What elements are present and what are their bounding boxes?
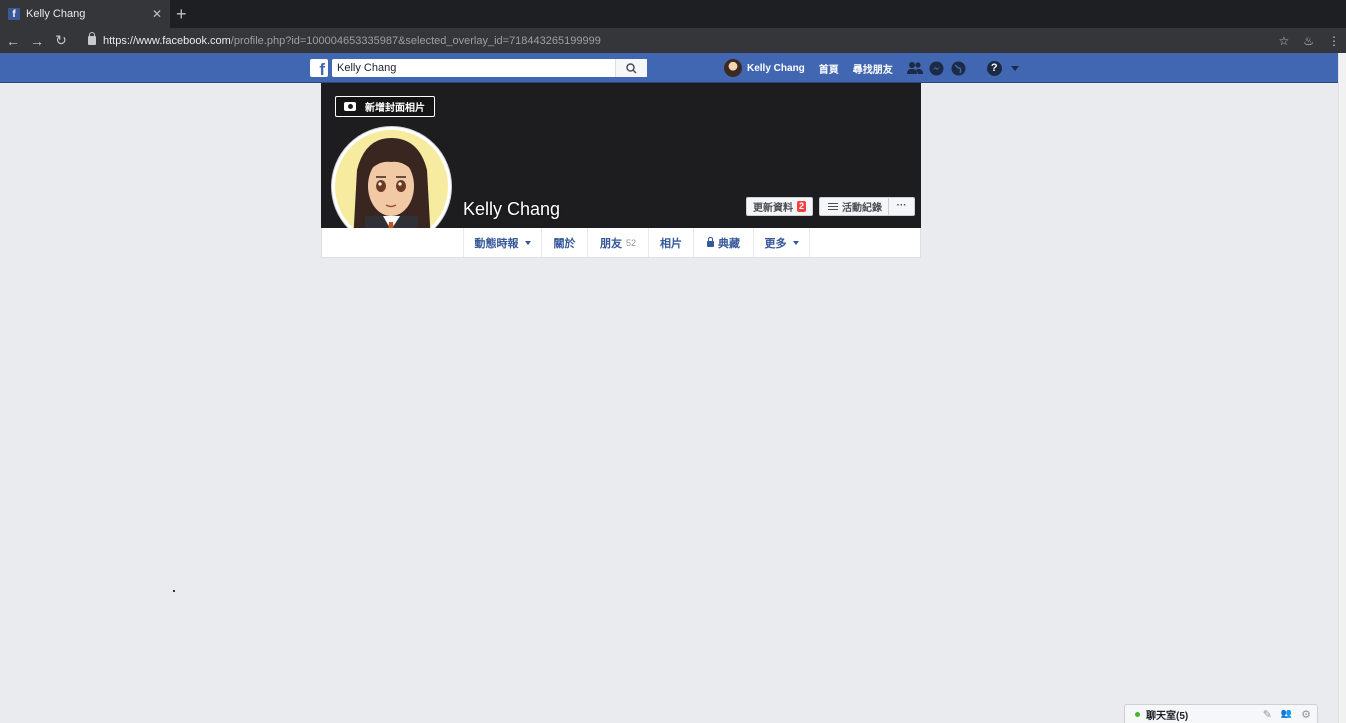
online-status-icon [1135,711,1140,717]
header-nav: Kelly Chang 首頁 尋找朋友 ? [724,53,1019,83]
search-button[interactable] [615,59,647,77]
user-avatar[interactable] [724,59,742,77]
toolbar-icons: ☆ ♨ ⋮ [1278,28,1340,53]
tab-about[interactable]: 關於 [541,228,587,257]
address-bar[interactable]: https://www.facebook.com/profile.php?id=… [88,32,601,47]
tab-timeline-label: 動態時報 [474,237,519,250]
update-info-label: 更新資料 [753,203,793,214]
url-host: https://www.facebook.com [103,34,231,47]
friends-count: 52 [625,237,636,248]
browser-tab-bar: f Kelly Chang ✕ + [0,0,1346,28]
list-icon [828,203,838,210]
tab-about-label: 關於 [553,237,576,250]
chat-bar[interactable]: 聊天室(5) ✎ 👥 ⚙ [1124,704,1318,723]
browser-toolbar: ← → ↻ https://www.facebook.com/profile.p… [0,28,1346,53]
camera-icon [344,102,356,111]
tab-archive-label: 典藏 [718,237,740,250]
tab-friends[interactable]: 朋友 52 [587,228,648,257]
profile-avatar-illustration [335,130,448,243]
tab-title: Kelly Chang [26,8,86,20]
chevron-down-icon [524,240,531,245]
facebook-header: f Kelly Chang 首頁 尋找朋友 ? [0,53,1338,83]
chat-settings-icon[interactable]: ⚙ [1301,708,1311,721]
facebook-logo-icon[interactable]: f [310,59,328,77]
update-info-button[interactable]: 更新資料 2 [746,197,814,216]
bookmark-star-icon[interactable]: ☆ [1278,34,1289,48]
messenger-icon[interactable] [929,60,945,76]
reload-button[interactable]: ↻ [50,32,72,49]
search-icon [626,62,637,74]
new-tab-button[interactable]: + [176,4,187,24]
group-chat-icon[interactable]: 👥 [1281,708,1292,721]
search-box [332,59,647,77]
tab-more[interactable]: 更多 [753,228,810,257]
page-scrollbar[interactable] [1338,53,1346,723]
more-options-button[interactable]: ··· [888,198,914,215]
browser-menu-icon[interactable]: ⋮ [1328,34,1340,48]
lock-icon [88,32,96,45]
tab-friends-label: 朋友 [599,237,622,250]
nav-find-friends-link[interactable]: 尋找朋友 [853,61,893,76]
close-tab-icon[interactable]: ✕ [152,7,162,21]
profile-name[interactable]: Kelly Chang [463,199,560,220]
nav-home-link[interactable]: 首頁 [819,61,839,76]
chevron-down-icon [792,240,799,245]
notifications-globe-icon[interactable] [951,60,967,76]
activity-log-button-group: 活動紀錄 ··· [819,197,915,216]
compose-icon[interactable]: ✎ [1263,708,1272,721]
lock-icon [707,237,714,247]
tab-timeline[interactable]: 動態時報 [463,228,541,257]
activity-log-label: 活動紀錄 [842,203,882,214]
update-info-badge: 2 [797,201,807,212]
friend-requests-icon[interactable] [906,60,923,76]
activity-log-button[interactable]: 活動紀錄 [820,198,888,215]
tab-archive[interactable]: 典藏 [693,228,753,257]
facebook-favicon-icon: f [8,8,20,20]
tab-photos[interactable]: 相片 [648,228,693,257]
add-cover-photo-label: 新增封面相片 [365,103,425,114]
add-cover-photo-button[interactable]: 新增封面相片 [335,96,435,117]
stray-dot [173,590,175,592]
url-path: /profile.php?id=100004653335987&selected… [230,34,601,47]
chat-label: 聊天室(5) [1146,710,1189,722]
extension-icon[interactable]: ♨ [1303,34,1314,48]
tab-photos-label: 相片 [660,237,682,250]
tab-more-label: 更多 [764,237,787,250]
help-icon[interactable]: ? [986,60,1002,76]
search-input[interactable] [332,59,615,77]
chat-icons: ✎ 👥 ⚙ [1263,708,1311,721]
back-button[interactable]: ← [2,33,24,49]
account-menu-caret-icon[interactable] [1010,65,1019,71]
browser-tab[interactable]: f Kelly Chang ✕ [0,0,170,28]
profile-tabs: 動態時報 關於 朋友 52 相片 典藏 更多 [321,228,921,258]
forward-button[interactable]: → [26,33,48,49]
header-user-name[interactable]: Kelly Chang [747,63,805,74]
